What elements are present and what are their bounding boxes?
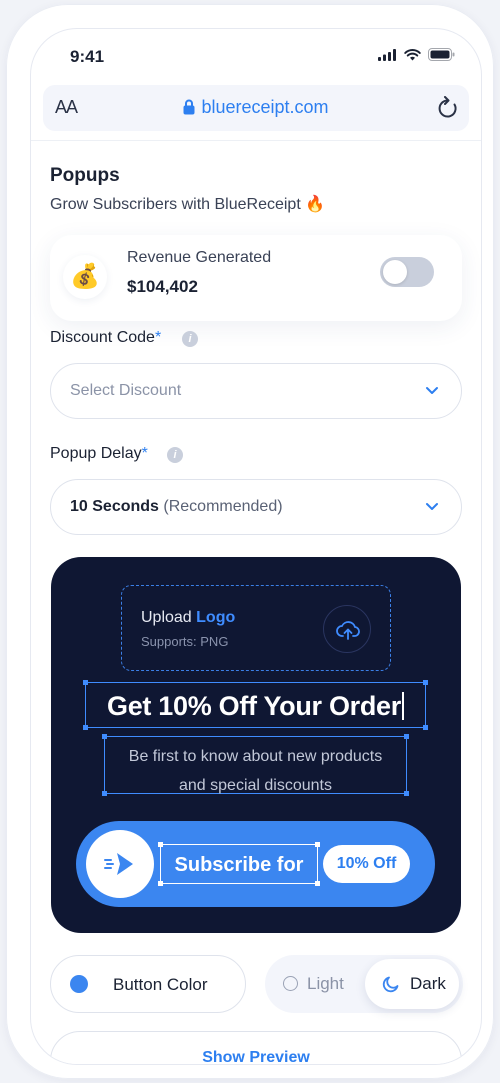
popup-description-line2: and special discounts <box>179 777 332 794</box>
cta-text-editable[interactable]: Subscribe for <box>158 842 320 886</box>
discount-code-label-text: Discount Code <box>50 329 155 346</box>
phone-frame: 9:41 AA bluereceipt.com Popups Grow Subs… <box>6 4 494 1079</box>
popup-description-line1: Be first to know about new products <box>128 748 383 765</box>
toggle-knob <box>383 260 407 284</box>
text-caret <box>401 692 404 720</box>
sun-icon <box>283 976 298 991</box>
delay-hint-text: (Recommended) <box>163 498 283 515</box>
button-color-picker[interactable]: Button Color <box>50 955 246 1013</box>
header-divider <box>31 140 481 141</box>
popup-delay-label: Popup Delay* <box>50 445 148 463</box>
reload-icon[interactable] <box>437 96 459 120</box>
headline-editable[interactable]: Get 10% Off Your Order <box>83 680 428 730</box>
status-icons <box>378 48 455 61</box>
theme-light-label: Light <box>307 974 344 993</box>
cloud-upload-icon <box>336 621 360 640</box>
info-icon[interactable]: i <box>167 447 183 463</box>
theme-toggle: Light Dark <box>265 955 463 1013</box>
description-editable[interactable]: Be first to know about new products and … <box>102 734 409 796</box>
subscribe-button[interactable]: Subscribe for 10% Off <box>76 821 435 907</box>
upload-highlight: Logo <box>196 609 236 626</box>
send-icon <box>104 853 133 875</box>
popup-description: Be first to know about new products and … <box>105 742 406 800</box>
cloud-upload-button[interactable] <box>323 605 371 653</box>
theme-dark-label: Dark <box>410 974 446 993</box>
required-mark: * <box>141 445 148 462</box>
button-color-label: Button Color <box>113 975 208 994</box>
upload-title: Upload Logo <box>141 609 235 627</box>
revenue-value: $104,402 <box>127 277 198 296</box>
required-mark: * <box>154 329 162 346</box>
color-swatch <box>70 975 88 993</box>
status-time: 9:41 <box>70 47 105 66</box>
money-bag-icon: 💰 <box>63 255 107 299</box>
info-icon[interactable]: i <box>182 331 198 347</box>
revenue-card: 💰 Revenue Generated $104,402 <box>50 235 462 321</box>
upload-prefix: Upload <box>141 609 192 626</box>
discount-select-placeholder: Select Discount <box>70 382 182 399</box>
page-title: Popups <box>50 165 120 186</box>
discount-code-label: Discount Code* <box>50 329 161 347</box>
discount-badge: 10% Off <box>323 845 410 883</box>
url-text: bluereceipt.com <box>201 97 329 117</box>
page-subtitle: Grow Subscribers with BlueReceipt 🔥 <box>50 196 326 213</box>
battery-icon <box>428 48 455 61</box>
cta-text: Subscribe for <box>174 854 304 876</box>
chevron-down-icon <box>426 387 438 394</box>
delay-value-text: 10 Seconds <box>70 498 159 515</box>
popup-headline: Get 10% Off Your Order <box>86 691 425 722</box>
show-preview-button[interactable]: Show Preview <box>50 1031 462 1064</box>
moon-icon <box>382 976 399 993</box>
address-bar[interactable]: AA bluereceipt.com <box>43 85 469 131</box>
popup-delay-value: 10 Seconds (Recommended) <box>70 498 283 516</box>
revenue-label: Revenue Generated <box>127 249 272 266</box>
wifi-icon <box>404 48 421 60</box>
phone-screen: 9:41 AA bluereceipt.com Popups Grow Subs… <box>31 29 481 1064</box>
url-display[interactable]: bluereceipt.com <box>43 97 469 118</box>
upload-subtitle: Supports: PNG <box>141 634 229 649</box>
popup-preview: Upload Logo Supports: PNG Get 10% Off Yo… <box>51 557 461 933</box>
theme-dark-option[interactable]: Dark <box>365 959 459 1009</box>
lock-icon <box>183 99 195 115</box>
popup-delay-select[interactable]: 10 Seconds (Recommended) <box>50 479 462 535</box>
status-bar: 9:41 <box>31 29 481 81</box>
discount-select[interactable]: Select Discount <box>50 363 462 419</box>
popup-enabled-toggle[interactable] <box>380 257 434 287</box>
popup-headline-text: Get 10% Off Your Order <box>107 691 401 721</box>
send-icon-circle <box>86 830 154 898</box>
signal-icon <box>378 48 396 61</box>
theme-light-option[interactable]: Light <box>283 974 344 994</box>
show-preview-label: Show Preview <box>202 1049 310 1064</box>
popup-delay-label-text: Popup Delay <box>50 445 142 462</box>
chevron-down-icon <box>426 503 438 510</box>
logo-upload-area[interactable]: Upload Logo Supports: PNG <box>121 585 391 671</box>
